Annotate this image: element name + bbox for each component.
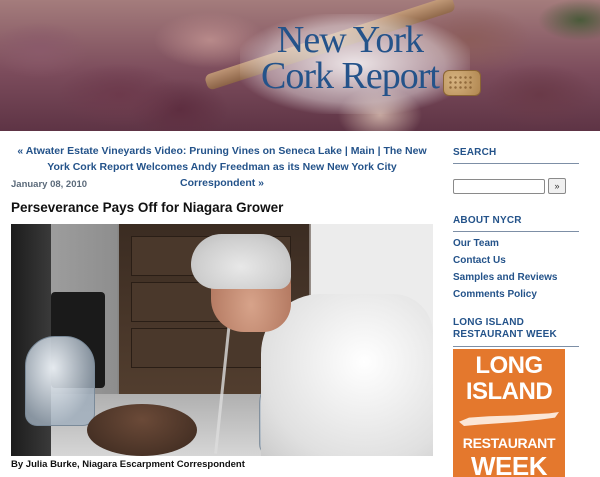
lirw-heading: LONG ISLAND RESTAURANT WEEK (453, 317, 579, 347)
about-heading: ABOUT NYCR (453, 215, 579, 232)
link-comments-policy[interactable]: Comments Policy (453, 286, 579, 303)
lirw-badge-line2: ISLAND (465, 378, 553, 405)
link-contact-us[interactable]: Contact Us (453, 252, 579, 269)
lirw-badge[interactable]: LONG ISLAND RESTAURANT WEEK (453, 349, 565, 477)
site-logo[interactable]: New York Cork Report (250, 19, 450, 97)
lirw-badge-line3: RESTAURANT (462, 435, 556, 451)
sidebar: SEARCH » ABOUT NYCR Our Team Contact Us … (453, 131, 579, 477)
photo-person-hair (191, 234, 291, 289)
nav-separator: | (341, 145, 351, 157)
photo-bucket (87, 404, 197, 456)
previous-post-link[interactable]: « Atwater Estate Vineyards Video: Prunin… (17, 145, 342, 157)
search-button[interactable]: » (548, 178, 566, 194)
site-title-line2: Cork Report (261, 55, 440, 97)
long-island-map-icon (459, 412, 559, 426)
link-our-team[interactable]: Our Team (453, 235, 579, 252)
post-title: Perseverance Pays Off for Niagara Grower (11, 200, 284, 215)
main-link[interactable]: Main (351, 145, 375, 157)
post-byline: By Julia Burke, Niagara Escarpment Corre… (11, 459, 245, 470)
main-content: « Atwater Estate Vineyards Video: Prunin… (11, 131, 433, 477)
site-title-line1: New York (276, 19, 424, 61)
header-banner[interactable]: New York Cork Report (0, 0, 600, 131)
search-heading: SEARCH (453, 147, 579, 164)
lirw-badge-line4: WEEK (471, 451, 548, 477)
post-photo (11, 224, 433, 456)
link-samples-and-reviews[interactable]: Samples and Reviews (453, 269, 579, 286)
photo-carboy (25, 336, 95, 426)
about-links: Our Team Contact Us Samples and Reviews … (453, 235, 579, 303)
cork-icon (443, 70, 481, 96)
lirw-badge-line1: LONG (475, 352, 543, 379)
post-date: January 08, 2010 (11, 179, 88, 190)
search-input[interactable] (453, 179, 545, 194)
